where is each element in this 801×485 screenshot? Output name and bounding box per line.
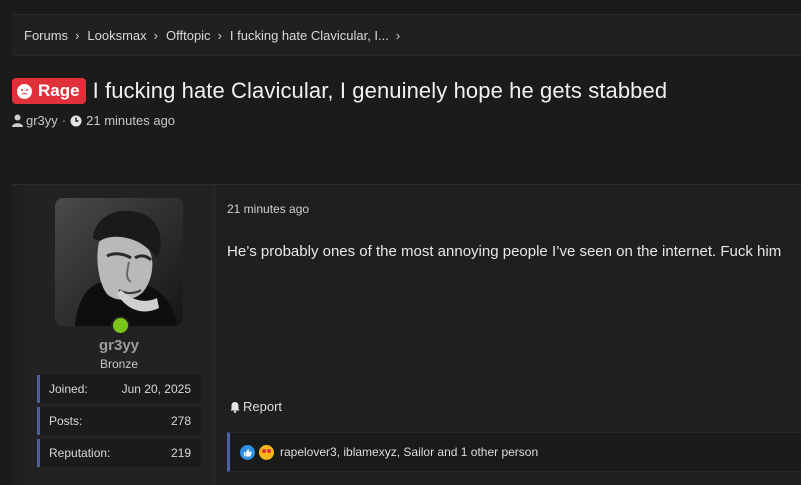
thread-author-link[interactable]: gr3yy	[26, 113, 58, 128]
breadcrumb-forums[interactable]: Forums	[24, 28, 68, 43]
rage-prefix-badge[interactable]: Rage	[12, 78, 86, 104]
avatar[interactable]	[55, 198, 183, 326]
page-title: I fucking hate Clavicular, I genuinely h…	[92, 78, 668, 103]
stat-value: Jun 20, 2025	[121, 382, 191, 396]
user-icon	[12, 114, 23, 127]
online-status-indicator	[111, 316, 130, 335]
post-timestamp[interactable]: 21 minutes ago	[227, 202, 309, 216]
post: gr3yy Bronze Joined: Jun 20, 2025 Posts:…	[12, 184, 801, 485]
avatar-portrait	[55, 198, 183, 326]
prefix-label: Rage	[38, 81, 80, 100]
post-content: 21 minutes ago He’s probably ones of the…	[215, 185, 801, 485]
user-rank: Bronze	[99, 357, 139, 371]
stat-posts: Posts: 278	[37, 407, 201, 435]
stat-joined: Joined: Jun 20, 2025	[37, 375, 201, 403]
breadcrumb-bar: Forums › Looksmax › Offtopic › I fucking…	[12, 14, 801, 56]
stat-value: 278	[170, 414, 191, 428]
stat-label: Posts:	[49, 414, 83, 428]
post-body: He’s probably ones of the most annoying …	[227, 243, 782, 260]
report-label: Report	[243, 399, 283, 414]
breadcrumb-separator: ›	[395, 27, 401, 43]
breadcrumb-thread[interactable]: I fucking hate Clavicular, I...	[230, 28, 389, 43]
angry-face-icon	[17, 83, 32, 99]
breadcrumb-separator: ›	[217, 27, 222, 43]
thread-header: Rage I fucking hate Clavicular, I genuin…	[12, 78, 667, 104]
breadcrumb: Forums › Looksmax › Offtopic › I fucking…	[12, 28, 408, 43]
breadcrumb-separator: ›	[153, 27, 158, 43]
clock-icon	[70, 115, 82, 126]
report-button[interactable]: Report	[229, 399, 282, 414]
like-icon	[240, 444, 255, 460]
love-eyes-icon	[259, 444, 274, 460]
breadcrumb-offtopic[interactable]: Offtopic	[166, 28, 211, 43]
stat-value: 219	[170, 446, 191, 460]
thread-time[interactable]: 21 minutes ago	[86, 113, 175, 128]
stat-label: Joined:	[49, 382, 88, 396]
post-username[interactable]: gr3yy	[24, 337, 214, 354]
reactions-users[interactable]: rapelover3, iblamexyz, Sailor and 1 othe…	[280, 445, 538, 459]
breadcrumb-separator: ›	[75, 27, 80, 43]
breadcrumb-looksmax[interactable]: Looksmax	[87, 28, 146, 43]
meta-separator: ·	[61, 113, 67, 128]
bell-icon	[230, 401, 240, 413]
stat-label: Reputation:	[49, 446, 111, 460]
reactions-bar[interactable]: rapelover3, iblamexyz, Sailor and 1 othe…	[227, 432, 801, 472]
thread-meta: gr3yy · 21 minutes ago	[12, 113, 175, 128]
post-user-column: gr3yy Bronze Joined: Jun 20, 2025 Posts:…	[24, 185, 215, 485]
stat-reputation: Reputation: 219	[37, 439, 201, 467]
